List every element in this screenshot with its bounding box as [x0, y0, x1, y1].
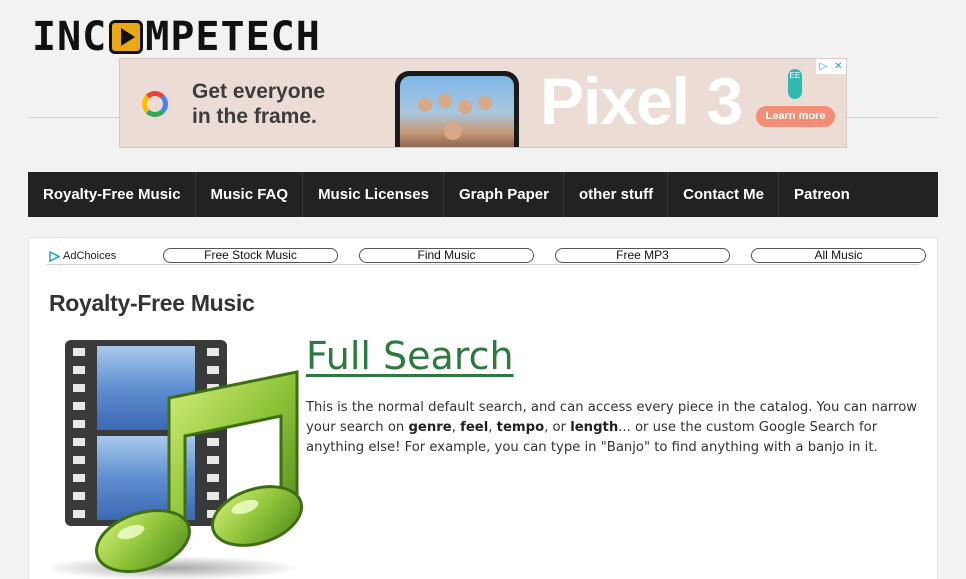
- adchoices-triangle-icon[interactable]: ▷: [819, 61, 827, 72]
- nav-item-music-licenses[interactable]: Music Licenses: [303, 172, 444, 217]
- adlink-free-stock-music[interactable]: Free Stock Music: [163, 248, 338, 263]
- ad-learn-more-button[interactable]: Learn more: [756, 106, 835, 127]
- nav-item-contact-me[interactable]: Contact Me: [668, 172, 779, 217]
- nav-item-graph-paper[interactable]: Graph Paper: [444, 172, 564, 217]
- nav-item-royalty-free-music[interactable]: Royalty-Free Music: [28, 172, 196, 217]
- film-music-note-icon[interactable]: [51, 336, 311, 579]
- adlink-free-mp3[interactable]: Free MP3: [555, 248, 730, 263]
- adlink-find-music[interactable]: Find Music: [359, 248, 534, 263]
- ad-phone-image: [395, 71, 519, 147]
- nav-item-music-faq[interactable]: Music FAQ: [196, 172, 304, 217]
- ad-headline: Get everyone in the frame.: [192, 80, 326, 128]
- content-panel: AdChoices Free Stock Music Find Music Fr…: [28, 237, 938, 579]
- adchoices-label: AdChoices: [63, 250, 117, 262]
- site-logo[interactable]: INC MPETECH: [32, 14, 321, 60]
- ad-banner[interactable]: Get everyone in the frame. Pixel 3 EE Le…: [119, 58, 847, 148]
- adchoices-link[interactable]: AdChoices: [49, 250, 116, 262]
- ad-corner-controls[interactable]: ▷ ✕: [816, 59, 846, 74]
- adlink-all-music[interactable]: All Music: [751, 248, 926, 263]
- ad-product-name: Pixel 3: [540, 64, 743, 138]
- logo-text-prefix: INC: [32, 14, 108, 60]
- logo-play-icon: [109, 20, 144, 54]
- full-search-link[interactable]: Full Search: [306, 334, 514, 378]
- main-nav: Royalty-Free Music Music FAQ Music Licen…: [28, 172, 938, 217]
- nav-item-other-stuff[interactable]: other stuff: [564, 172, 669, 217]
- adchoices-icon: [49, 250, 60, 262]
- ad-links-bar: AdChoices Free Stock Music Find Music Fr…: [47, 248, 926, 265]
- tempo-term: tempo: [496, 420, 545, 435]
- genre-term: genre: [408, 420, 452, 435]
- close-icon[interactable]: ✕: [834, 61, 842, 72]
- section-title: Royalty-Free Music: [49, 290, 255, 316]
- logo-text-suffix: MPETECH: [145, 14, 321, 60]
- google-g-icon: [142, 91, 168, 117]
- full-search-description: This is the normal default search, and c…: [306, 400, 918, 455]
- ee-logo-icon: EE: [788, 69, 802, 99]
- feel-term: feel: [460, 420, 489, 435]
- length-term: length: [570, 420, 619, 435]
- nav-item-patreon[interactable]: Patreon: [779, 172, 864, 217]
